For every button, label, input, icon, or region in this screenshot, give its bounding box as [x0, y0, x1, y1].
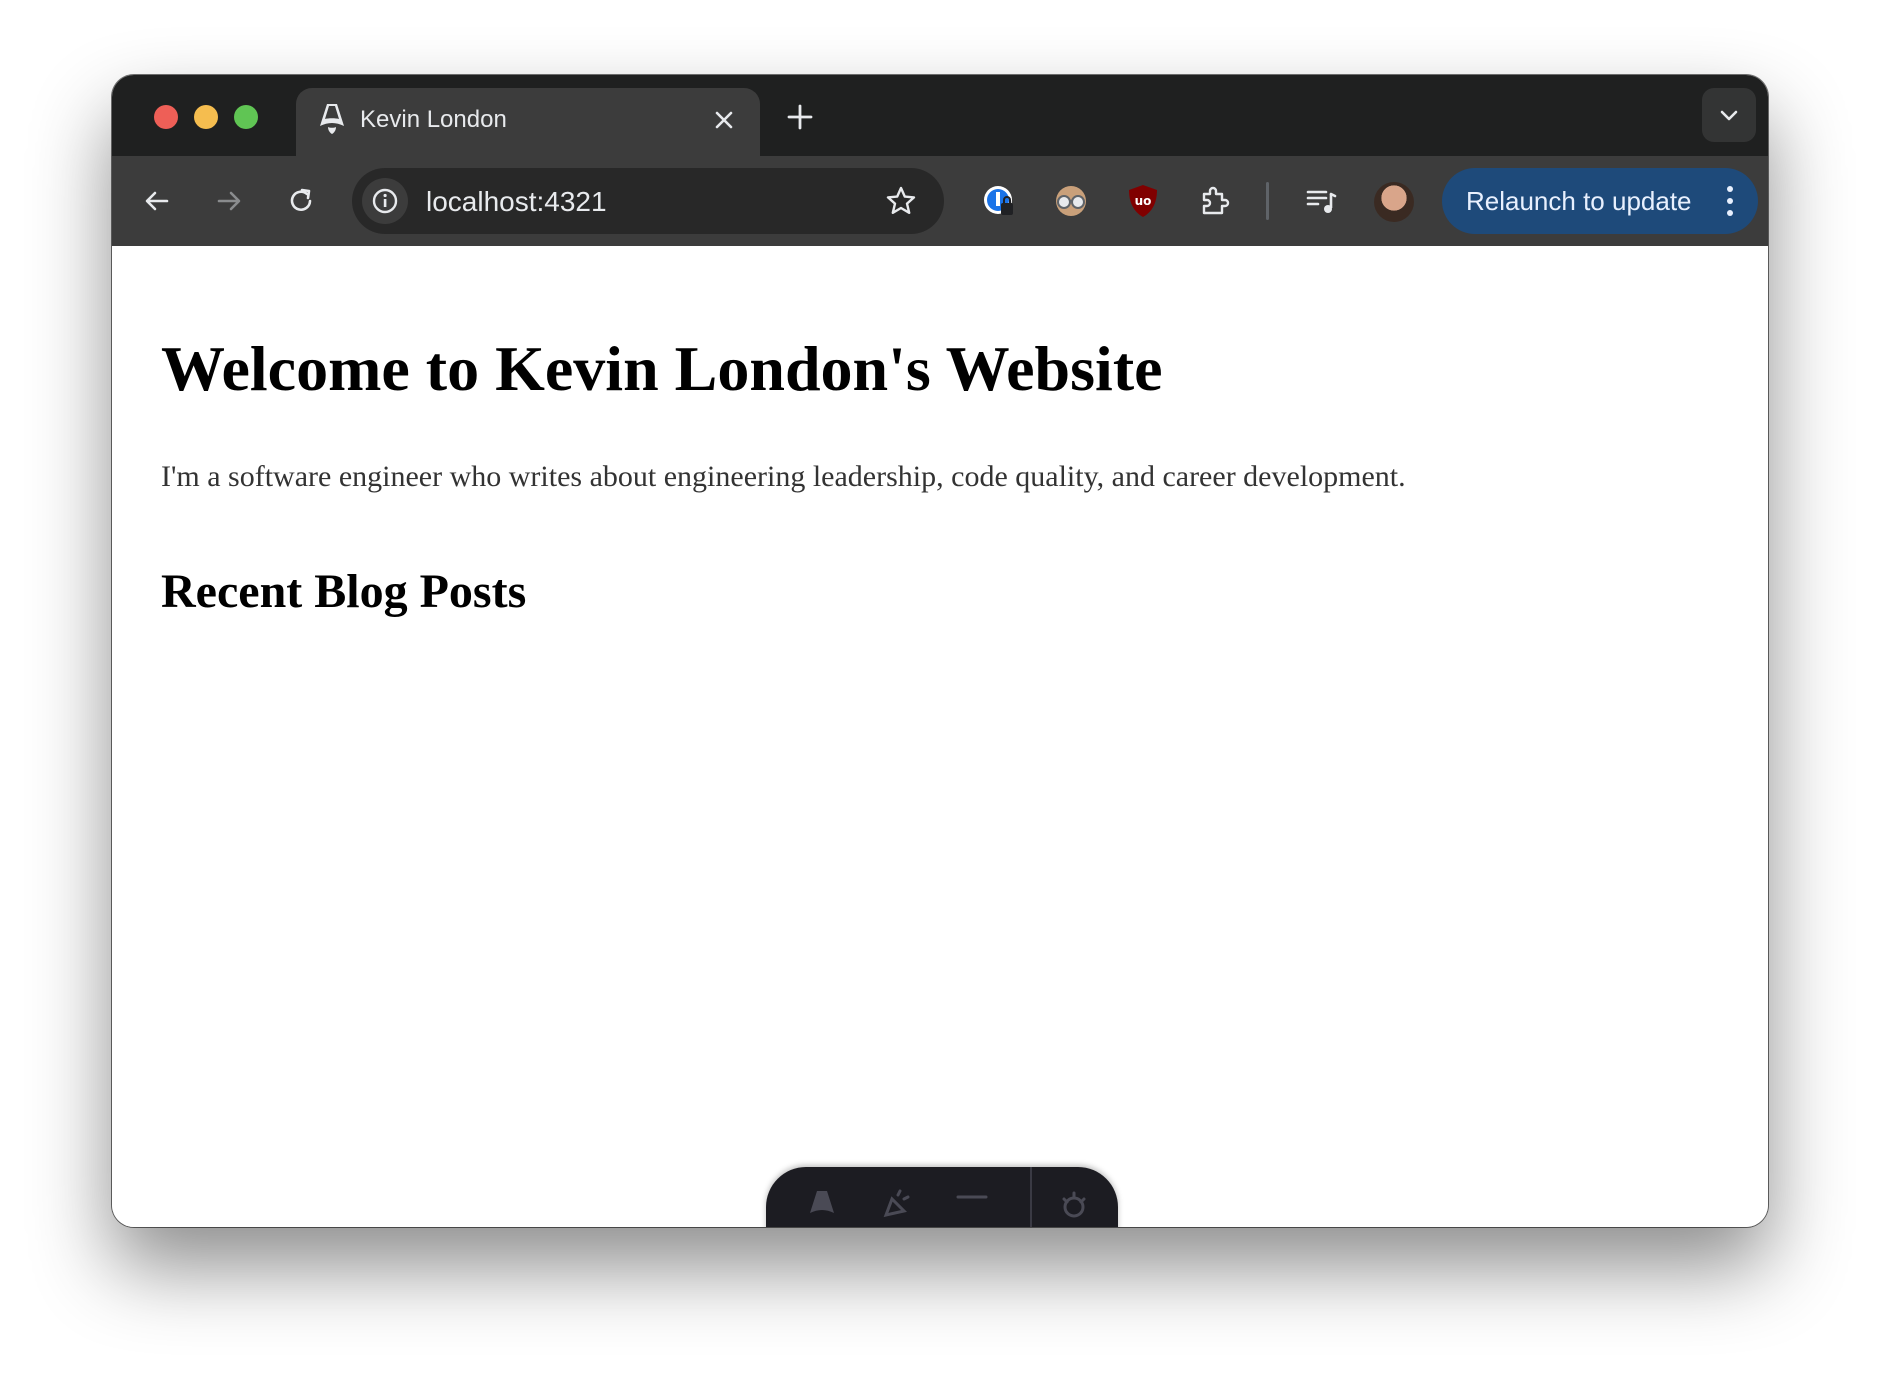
- chevron-down-icon: [1720, 110, 1738, 121]
- astro-dev-toolbar[interactable]: [766, 1167, 1118, 1227]
- back-arrow-icon: [145, 191, 169, 211]
- reload-icon: [290, 188, 312, 211]
- recent-posts-heading: Recent Blog Posts: [161, 565, 527, 618]
- back-button[interactable]: [136, 180, 178, 222]
- close-window-button[interactable]: [154, 105, 178, 129]
- site-info-icon: [372, 188, 398, 214]
- intro-paragraph: I'm a software engineer who writes about…: [161, 460, 1406, 493]
- ublock-extension-button[interactable]: uo: [1122, 180, 1164, 222]
- page-title: Welcome to Kevin London's Website: [161, 333, 1163, 404]
- forward-arrow-icon: [217, 191, 241, 211]
- page-content: Welcome to Kevin London's Website I'm a …: [112, 246, 1768, 1227]
- relaunch-to-update-button[interactable]: Relaunch to update: [1442, 168, 1758, 234]
- glasses-extension-button[interactable]: [1050, 180, 1092, 222]
- bookmark-star-icon[interactable]: [884, 184, 918, 218]
- extensions-button[interactable]: [1194, 180, 1236, 222]
- tab-strip: Kevin London: [112, 75, 1768, 156]
- glasses-extension-icon: [1056, 186, 1086, 216]
- tab-kevin-london[interactable]: Kevin London: [296, 88, 760, 156]
- inspect-icon[interactable]: [954, 1189, 990, 1219]
- browser-toolbar: localhost:4321 uo Relaunch to update: [112, 156, 1768, 246]
- astro-favicon-icon: [320, 104, 344, 134]
- media-controls-icon: [1306, 190, 1337, 213]
- forward-button[interactable]: [208, 180, 250, 222]
- password-extension-button[interactable]: [978, 180, 1020, 222]
- url-text: localhost:4321: [426, 186, 607, 217]
- reload-button[interactable]: [280, 180, 322, 222]
- more-vertical-icon: [1726, 186, 1734, 218]
- tab-search-button[interactable]: [1702, 88, 1756, 142]
- toolbar-divider: [1266, 182, 1269, 220]
- media-controls-button[interactable]: [1300, 180, 1342, 222]
- browser-window: Kevin London localhost:4321 uo Relaunch …: [112, 75, 1768, 1227]
- astro-logo-icon[interactable]: [804, 1189, 840, 1219]
- dev-toolbar-separator: [1030, 1167, 1032, 1227]
- ublock-origin-icon: uo: [1129, 185, 1157, 217]
- zoom-window-button[interactable]: [234, 105, 258, 129]
- close-tab-icon[interactable]: [710, 106, 738, 134]
- relaunch-label: Relaunch to update: [1466, 186, 1692, 216]
- password-manager-extension-icon: [984, 186, 1013, 215]
- site-info-button[interactable]: [362, 178, 408, 224]
- settings-gear-icon[interactable]: [1056, 1189, 1092, 1219]
- extensions-puzzle-icon: [1202, 186, 1230, 215]
- address-bar[interactable]: localhost:4321: [352, 168, 944, 234]
- new-tab-plus-icon[interactable]: [784, 101, 816, 133]
- tab-title: Kevin London: [360, 106, 507, 133]
- minimize-window-button[interactable]: [194, 105, 218, 129]
- audit-icon[interactable]: [878, 1189, 914, 1219]
- svg-text:uo: uo: [1135, 194, 1152, 208]
- profile-avatar[interactable]: [1374, 182, 1414, 222]
